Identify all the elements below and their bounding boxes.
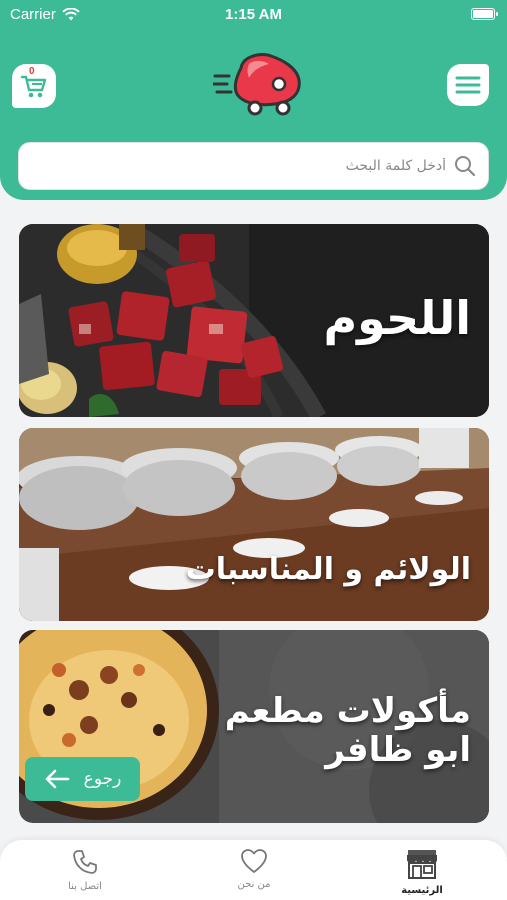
category-title-banquets: الولائم و المناسبات [185, 552, 471, 587]
status-time: 1:15 AM [225, 6, 282, 23]
store-icon [407, 850, 437, 879]
bottom-tab-bar: اتصل بنا من نحن الرئيسية [0, 840, 507, 900]
category-card-restaurant[interactable]: مأكولات مطعم ابو ظافر رجوع [19, 630, 489, 823]
category-title-restaurant: مأكولات مطعم ابو ظافر [224, 691, 471, 771]
tab-contact-us-label: اتصل بنا [68, 881, 102, 892]
category-title-restaurant-line2: ابو ظافر [325, 730, 471, 771]
heart-icon [241, 849, 267, 873]
category-card-meat[interactable]: اللحوم [19, 224, 489, 417]
category-title-meat: اللحوم [323, 291, 471, 345]
meat-truck-logo-icon [213, 53, 301, 116]
search-input[interactable] [66, 158, 446, 174]
hamburger-menu-icon [455, 76, 481, 94]
tab-home[interactable]: الرئيسية [367, 848, 477, 896]
battery-icon [471, 8, 498, 20]
tab-contact-us[interactable]: اتصل بنا [30, 848, 140, 892]
tab-home-label: الرئيسية [401, 885, 443, 896]
back-button-label: رجوع [83, 769, 122, 789]
status-bar: Carrier 1:15 AM [0, 0, 507, 30]
cart-count-badge: 0 [29, 66, 35, 77]
menu-button[interactable] [447, 64, 489, 106]
search-bar[interactable] [18, 142, 489, 190]
category-card-banquets[interactable]: الولائم و المناسبات [19, 428, 489, 621]
app-header: Carrier 1:15 AM 0 [0, 0, 507, 200]
phone-icon [73, 850, 97, 874]
banquet-image [19, 428, 489, 621]
tab-about-us[interactable]: من نحن [199, 848, 309, 890]
arrow-left-icon [45, 769, 69, 789]
back-button[interactable]: رجوع [25, 757, 140, 801]
search-icon [455, 156, 476, 177]
cart-button[interactable]: 0 [12, 64, 56, 108]
tab-about-us-label: من نحن [237, 879, 271, 890]
category-title-restaurant-line1: مأكولات مطعم [224, 691, 471, 731]
